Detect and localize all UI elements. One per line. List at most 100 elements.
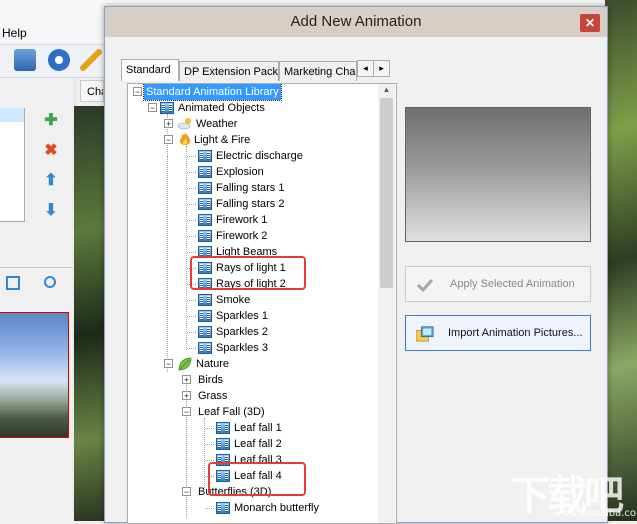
tree-node-label: Weather bbox=[196, 118, 238, 130]
tree-node-birds[interactable]: + Birds bbox=[128, 372, 378, 388]
leaf-icon bbox=[178, 357, 192, 371]
scroll-up-icon[interactable]: ▲ bbox=[380, 85, 393, 97]
film-icon bbox=[216, 422, 230, 434]
animation-preview bbox=[405, 107, 591, 242]
film-icon bbox=[198, 166, 212, 178]
tree-node-monarch-butterfly[interactable]: Monarch butterfly bbox=[128, 500, 378, 516]
tree-node-leaf-fall-3d[interactable]: − Leaf Fall (3D) bbox=[128, 404, 378, 420]
expand-icon[interactable]: + bbox=[182, 391, 191, 401]
background-list[interactable] bbox=[0, 108, 25, 222]
tree-node-label: Leaf Fall (3D) bbox=[198, 406, 265, 418]
tree-node-animated-objects[interactable]: − Animated Objects bbox=[128, 100, 378, 116]
collapse-icon[interactable]: − bbox=[182, 407, 191, 417]
tree-node-falling-stars-2[interactable]: Falling stars 2 bbox=[128, 196, 378, 212]
collapse-icon[interactable]: − bbox=[182, 487, 191, 497]
dialog-body: Standard DP Extension Pack Marketing Cha… bbox=[111, 37, 601, 524]
tree-node-label: Sparkles 1 bbox=[216, 310, 268, 322]
film-icon bbox=[216, 438, 230, 450]
apply-button-label: Apply Selected Animation bbox=[450, 278, 575, 290]
apply-selected-animation-button[interactable]: Apply Selected Animation bbox=[405, 266, 591, 302]
tree-node-leaf-fall-1[interactable]: Leaf fall 1 bbox=[128, 420, 378, 436]
tree-node-sparkles-1[interactable]: Sparkles 1 bbox=[128, 308, 378, 324]
arrow-down-icon[interactable]: ⬇ bbox=[42, 202, 60, 220]
background-photo-thumbnail[interactable] bbox=[0, 312, 69, 438]
tree-node-firework-1[interactable]: Firework 1 bbox=[128, 212, 378, 228]
tree-node-label: Smoke bbox=[216, 294, 251, 306]
import-pictures-icon bbox=[416, 326, 434, 342]
zoom-icon[interactable] bbox=[44, 276, 56, 288]
film-icon bbox=[198, 294, 212, 306]
highlight-box-rays-of-light bbox=[190, 256, 306, 290]
tree-node-light-and-fire[interactable]: − Light & Fire bbox=[128, 132, 378, 148]
expand-icon[interactable]: + bbox=[164, 119, 173, 129]
tree-node-label: Animated Objects bbox=[178, 102, 265, 114]
tree-node-label: Electric discharge bbox=[216, 150, 303, 162]
tree-node-firework-2[interactable]: Firework 2 bbox=[128, 228, 378, 244]
tree-node-label: Sparkles 2 bbox=[216, 326, 268, 338]
tab-dp-extension-pack[interactable]: DP Extension Pack bbox=[179, 61, 279, 81]
toolbar-film-icon[interactable] bbox=[14, 49, 36, 71]
tree-node-standard-animation-library[interactable]: − Standard Animation Library bbox=[128, 84, 378, 101]
fire-icon bbox=[179, 132, 191, 145]
collapse-icon[interactable]: − bbox=[164, 359, 173, 369]
menu-help[interactable]: Help bbox=[2, 26, 27, 40]
tree-node-label: Grass bbox=[198, 390, 228, 402]
tree-node-label: Falling stars 1 bbox=[216, 182, 285, 194]
import-button-label: Import Animation Pictures... bbox=[448, 327, 583, 339]
background-list-selected-row[interactable] bbox=[0, 108, 24, 122]
tab-scroll-right-icon[interactable]: ▸ bbox=[373, 60, 390, 77]
info-icon[interactable] bbox=[48, 49, 70, 71]
tree-node-weather[interactable]: + Weather bbox=[128, 116, 378, 132]
film-icon bbox=[198, 198, 212, 210]
collapse-icon[interactable]: − bbox=[133, 87, 142, 97]
tree-node-falling-stars-1[interactable]: Falling stars 1 bbox=[128, 180, 378, 196]
tree-node-sparkles-3[interactable]: Sparkles 3 bbox=[128, 340, 378, 356]
background-tab[interactable]: Cha bbox=[80, 80, 104, 102]
expand-icon[interactable]: + bbox=[182, 375, 191, 385]
tree-node-smoke[interactable]: Smoke bbox=[128, 292, 378, 308]
tree-node-label: Firework 1 bbox=[216, 214, 268, 226]
tab-scroll-left-icon[interactable]: ◂ bbox=[357, 60, 374, 77]
film-icon bbox=[198, 214, 212, 226]
add-icon[interactable]: ✚ bbox=[42, 112, 60, 130]
close-button[interactable]: ✕ bbox=[580, 14, 600, 32]
checkmark-icon bbox=[416, 278, 434, 293]
highlight-box-leaf-fall bbox=[208, 462, 306, 496]
key-icon[interactable] bbox=[80, 49, 102, 71]
tree-node-label: Birds bbox=[198, 374, 224, 386]
tree-node-label: Explosion bbox=[216, 166, 264, 178]
tab-scroll-buttons: ◂ ▸ bbox=[357, 60, 390, 77]
delete-icon[interactable]: ✖ bbox=[42, 142, 60, 160]
collapse-icon[interactable]: − bbox=[148, 103, 157, 113]
scrollbar-thumb[interactable] bbox=[380, 98, 393, 288]
film-icon bbox=[198, 150, 212, 162]
film-icon bbox=[160, 102, 174, 114]
background-photo bbox=[74, 106, 104, 521]
collapse-icon[interactable]: − bbox=[164, 135, 173, 145]
film-icon bbox=[198, 230, 212, 242]
tree-node-label: Light & Fire bbox=[194, 134, 251, 146]
divider bbox=[0, 267, 74, 268]
tab-marketing-characters[interactable]: Marketing Char bbox=[279, 61, 357, 81]
tree-node-explosion[interactable]: Explosion bbox=[128, 164, 378, 180]
film-icon bbox=[198, 182, 212, 194]
fit-icon[interactable] bbox=[6, 276, 20, 290]
arrow-up-icon[interactable]: ⬆ bbox=[42, 172, 60, 190]
film-icon bbox=[198, 342, 212, 354]
tree-node-grass[interactable]: + Grass bbox=[128, 388, 378, 404]
import-animation-pictures-button[interactable]: Import Animation Pictures... bbox=[405, 315, 591, 351]
tree-node-label: Standard Animation Library bbox=[143, 84, 282, 101]
background-toolbar bbox=[0, 45, 104, 78]
tree-node-label: Leaf fall 2 bbox=[234, 438, 282, 450]
tree-node-nature[interactable]: − Nature bbox=[128, 356, 378, 372]
tree-node-label: Nature bbox=[196, 358, 230, 370]
tree-scrollbar[interactable]: ▲ bbox=[378, 84, 395, 523]
tree-node-electric-discharge[interactable]: Electric discharge bbox=[128, 148, 378, 164]
tree-node-leaf-fall-2[interactable]: Leaf fall 2 bbox=[128, 436, 378, 452]
film-icon bbox=[216, 502, 230, 514]
tree-node-sparkles-2[interactable]: Sparkles 2 bbox=[128, 324, 378, 340]
film-icon bbox=[198, 326, 212, 338]
add-new-animation-dialog: Add New Animation ✕ Standard DP Extensio… bbox=[104, 6, 608, 524]
animation-library-tree[interactable]: ▲ − Standard Animation Library − Animate… bbox=[127, 83, 397, 524]
tab-standard[interactable]: Standard bbox=[121, 59, 179, 81]
